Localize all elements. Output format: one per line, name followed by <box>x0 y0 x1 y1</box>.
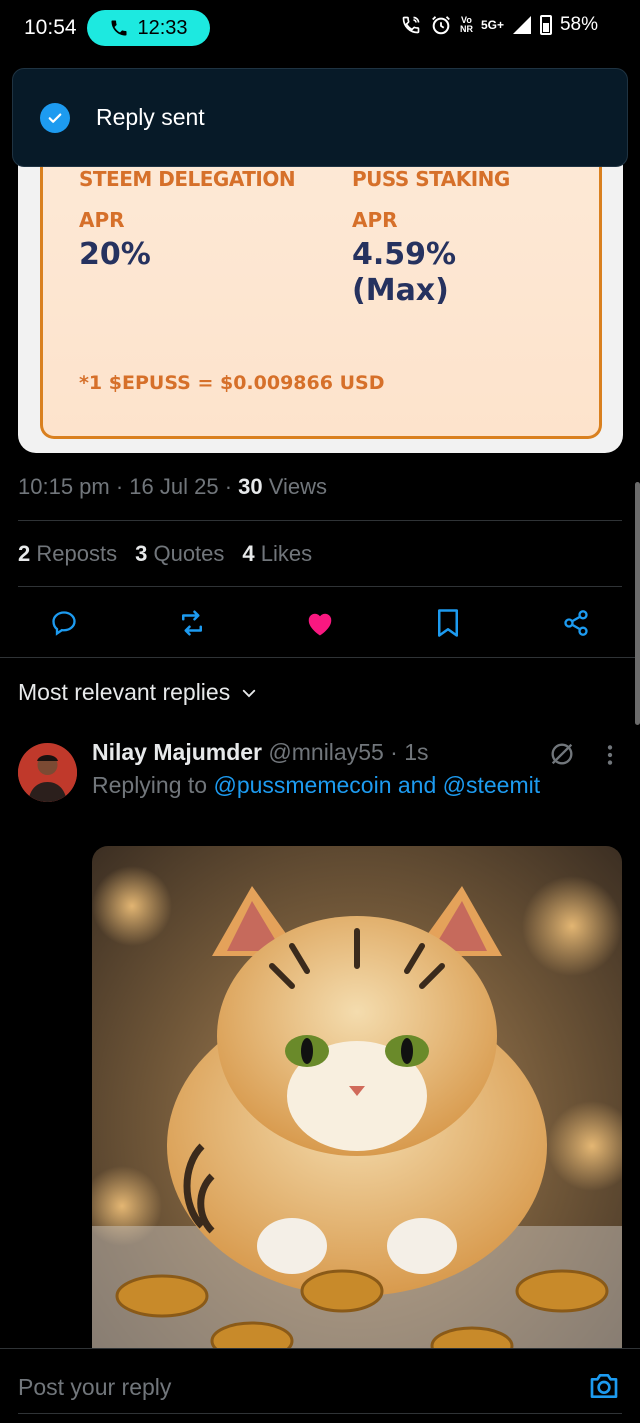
divider <box>0 657 640 658</box>
reply-input[interactable]: Post your reply <box>18 1374 171 1401</box>
avatar[interactable] <box>18 743 77 802</box>
cat-illustration <box>92 866 622 1356</box>
right-apr-qualifier: (Max) <box>352 273 449 308</box>
post-timestamp-views: 10:15 pm · 16 Jul 25 · 30 Views <box>18 474 328 499</box>
reply-image[interactable] <box>92 846 622 1356</box>
share-button[interactable] <box>556 603 596 643</box>
engagement-stats: 2 Reposts 3 Quotes 4 Likes <box>18 541 312 567</box>
wifi-calling-icon <box>402 16 420 34</box>
scrollbar[interactable] <box>635 482 640 725</box>
left-apr-value: 20% <box>79 237 151 272</box>
divider <box>18 586 622 587</box>
camera-button[interactable] <box>588 1371 620 1406</box>
reply-time: 1s <box>404 739 429 765</box>
author-name[interactable]: Nilay Majumder <box>92 739 262 765</box>
puss-staking-heading: PUSS STAKING <box>352 167 510 191</box>
camera-icon <box>590 1374 618 1398</box>
reply-sent-toast[interactable]: Reply sent <box>12 68 628 167</box>
post-image-card[interactable]: STEEM DELEGATION PUSS STAKING APR APR 20… <box>18 140 623 453</box>
repost-icon <box>182 610 202 636</box>
steem-delegation-heading: STEEM DELEGATION <box>79 167 296 191</box>
promo-graphic: STEEM DELEGATION PUSS STAKING APR APR 20… <box>40 140 602 439</box>
signal-icon <box>512 16 531 34</box>
replying-to-handles[interactable]: @pussmemecoin and @steemit <box>213 772 540 798</box>
volte-indicator: Vo NR <box>459 15 473 34</box>
right-apr-label: APR <box>352 208 398 232</box>
likes-stat[interactable]: 4 Likes <box>242 541 312 567</box>
post-action-bar <box>0 603 640 643</box>
clock: 10:54 <box>24 16 77 39</box>
reply-composer: Post your reply <box>0 1348 640 1423</box>
bookmark-icon <box>438 609 458 637</box>
replying-to-line: Replying to @pussmemecoin and @steemit <box>92 772 541 798</box>
replies-sort-dropdown[interactable]: Most relevant replies <box>18 679 258 706</box>
left-apr-label: APR <box>79 208 125 232</box>
more-options-icon[interactable] <box>600 742 620 773</box>
grok-icon[interactable] <box>548 740 576 773</box>
chevron-down-icon <box>243 689 256 697</box>
battery-icon <box>539 15 552 35</box>
like-button[interactable] <box>300 603 340 643</box>
replies-sort-label: Most relevant replies <box>18 679 231 705</box>
alarm-icon <box>432 16 450 35</box>
reposts-stat[interactable]: 2 Reposts <box>18 541 117 567</box>
quotes-stat[interactable]: 3 Quotes <box>135 541 224 567</box>
battery-level: 58% <box>559 14 598 35</box>
reply-header: Nilay Majumder @mnilay55 · 1s <box>92 739 429 765</box>
network-type: 5G+ <box>480 17 504 32</box>
right-apr-value: 4.59% <box>352 237 457 272</box>
divider <box>18 520 622 521</box>
reply-button[interactable] <box>44 603 84 643</box>
reply-icon <box>52 611 76 636</box>
check-circle-icon <box>40 102 70 133</box>
toast-message: Reply sent <box>96 104 205 130</box>
price-footnote: *1 $EPUSS = $0.009866 USD <box>79 372 385 394</box>
bookmark-button[interactable] <box>428 603 468 643</box>
ongoing-call-pill[interactable]: 12:33 <box>87 10 210 46</box>
call-timer: 12:33 <box>137 16 188 39</box>
repost-button[interactable] <box>172 603 212 643</box>
heart-filled-icon <box>308 613 332 636</box>
share-icon <box>564 610 588 636</box>
composer-underline <box>18 1413 622 1414</box>
author-handle[interactable]: @mnilay55 <box>268 739 383 765</box>
phone-icon <box>111 20 127 36</box>
status-bar: 10:54 12:33 Vo NR 5G+ 58% <box>0 0 640 56</box>
